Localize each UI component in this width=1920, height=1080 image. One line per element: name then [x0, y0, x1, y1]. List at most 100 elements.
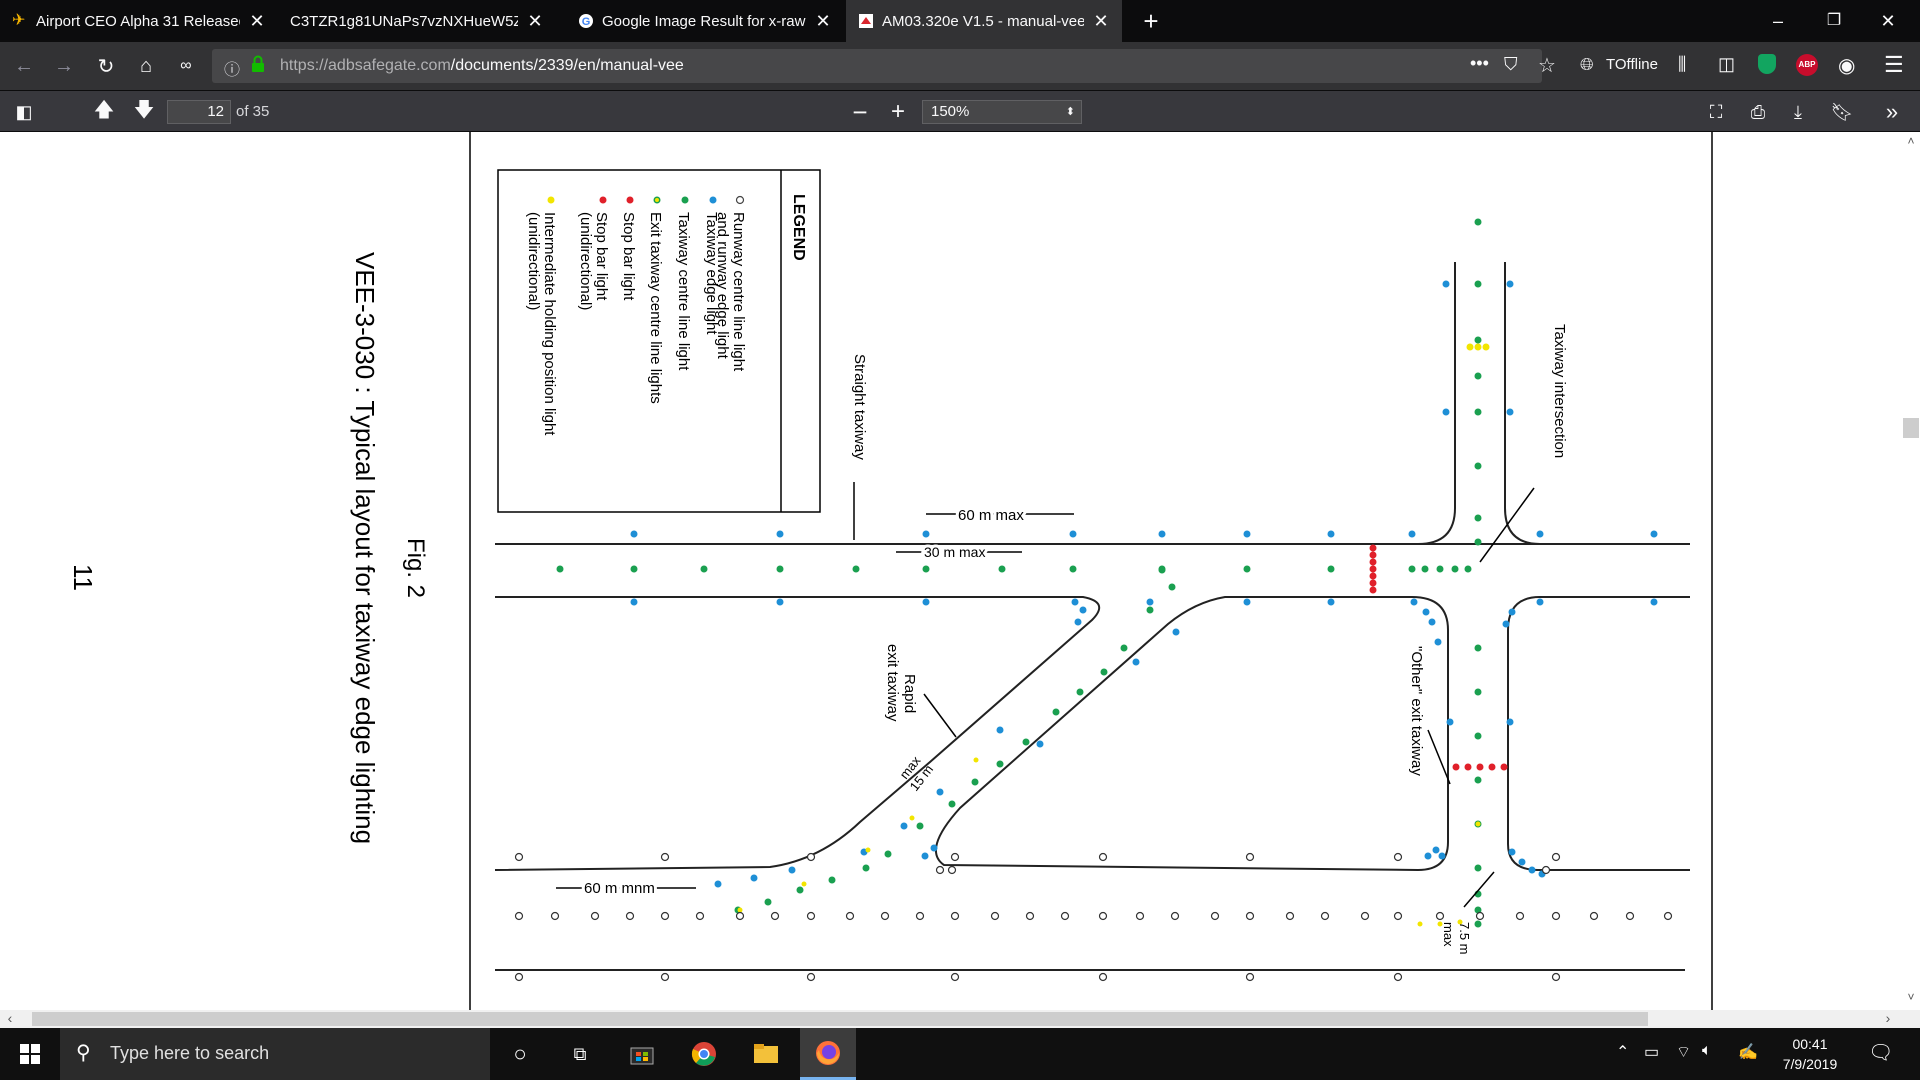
close-icon[interactable]: ✕	[526, 11, 544, 32]
exit-centre-light	[1052, 708, 1060, 716]
forward-button[interactable]: →	[48, 50, 80, 82]
reload-button[interactable]: ↻	[90, 50, 122, 82]
battery-icon[interactable]: ▭	[1644, 1042, 1659, 1062]
runway-light	[735, 911, 745, 921]
legend-label: Stop bar light	[593, 212, 610, 301]
close-icon[interactable]: ✕	[814, 11, 832, 32]
previous-page-button[interactable]: 🡅	[88, 96, 120, 128]
download-button[interactable]: ⤓	[1782, 96, 1814, 128]
home-button[interactable]: ⌂	[130, 50, 162, 82]
select-arrows-icon: ⬍	[1065, 106, 1075, 118]
runway-light	[947, 865, 957, 875]
notifications-icon[interactable]: 🗨︎	[1868, 1040, 1893, 1065]
volume-icon[interactable]: 🔈︎	[1702, 1042, 1712, 1060]
taxiway-edge-light	[1327, 530, 1335, 538]
stop-bar-light	[1369, 565, 1377, 573]
taxiway-edge-light	[1434, 638, 1442, 646]
zoom-out-button[interactable]: −	[844, 96, 876, 128]
taxiway-edge-light	[1408, 530, 1416, 538]
runway-light	[845, 911, 855, 921]
pocket-icon[interactable]: ⛉	[1504, 54, 1518, 75]
runway-light	[806, 852, 816, 862]
globe-icon[interactable]: 🌐︎	[1580, 55, 1594, 75]
clock[interactable]: 00:41 7/9/2019	[1760, 1034, 1860, 1074]
scroll-left-icon[interactable]: ‹	[2, 1010, 18, 1028]
legend-swatch-inner	[655, 198, 659, 202]
runway-light	[915, 911, 925, 921]
pen-icon[interactable]: ✍	[1738, 1042, 1758, 1062]
rapid-exit-edge-left	[494, 596, 1101, 871]
bookmark-star-icon[interactable]: ☆	[1538, 53, 1556, 78]
tab-airport-ceo[interactable]: ✈ Airport CEO Alpha 31 Released ✕	[0, 0, 278, 42]
zoom-select[interactable]: 150% ⬍	[922, 100, 1082, 124]
sidebar-icon[interactable]: ◫	[1718, 54, 1735, 75]
chevron-up-icon[interactable]: ⌃	[1616, 1042, 1629, 1062]
file-explorer-icon[interactable]	[738, 1028, 794, 1080]
label-rapid: Rapid	[901, 674, 918, 713]
vertical-scroll-thumb[interactable]	[1903, 418, 1919, 438]
menu-icon[interactable]: ☰	[1884, 52, 1904, 78]
presentation-mode-button[interactable]: ⛶	[1700, 96, 1732, 128]
task-view-icon[interactable]: ⧉	[552, 1028, 608, 1080]
firefox-icon[interactable]	[800, 1028, 856, 1080]
runway-light	[1541, 865, 1551, 875]
tab-c3tzr[interactable]: C3TZR1g81UNaPs7vzNXHueW5ZM ✕	[278, 0, 556, 42]
chrome-icon[interactable]	[676, 1028, 732, 1080]
taxiway-edge-light	[1650, 530, 1658, 538]
vertical-scrollbar[interactable]	[1902, 132, 1920, 1010]
adblock-icon[interactable]: ABP	[1796, 54, 1818, 76]
label-other-exit: "Other" exit taxiway	[1408, 646, 1425, 776]
legend-label: Taxiway centre line light	[675, 212, 692, 371]
taxiway-centre-light	[630, 565, 638, 573]
scroll-down-icon[interactable]: ˅	[1903, 990, 1919, 1006]
restore-button[interactable]: ❐	[1814, 4, 1854, 38]
scroll-up-icon[interactable]: ˄	[1903, 134, 1919, 150]
close-icon[interactable]: ✕	[248, 11, 266, 32]
taxiway-centre-light	[1474, 538, 1482, 546]
new-tab-button[interactable]: +	[1134, 4, 1168, 38]
private-mask-icon[interactable]: ∞	[170, 50, 202, 82]
taskbar-search[interactable]: ⚲ Type here to search	[60, 1028, 490, 1080]
scroll-right-icon[interactable]: ›	[1880, 1010, 1896, 1028]
windows-icon	[20, 1044, 40, 1064]
page-actions-icon[interactable]: •••	[1470, 53, 1489, 74]
horizontal-scroll-thumb[interactable]	[32, 1012, 1648, 1026]
close-icon[interactable]: ✕	[1092, 11, 1110, 32]
back-button[interactable]: ←	[8, 50, 40, 82]
page-number-input[interactable]: 12	[167, 100, 231, 124]
url-text[interactable]: https://adbsafegate.com/documents/2339/e…	[280, 57, 684, 75]
zoom-in-button[interactable]: +	[882, 96, 914, 128]
tab-google-image[interactable]: G Google Image Result for x-raw ✕	[566, 0, 844, 42]
minimize-button[interactable]: –	[1758, 4, 1798, 38]
start-button[interactable]	[2, 1028, 58, 1080]
sidebar-toggle-button[interactable]: ◧	[8, 96, 40, 128]
info-icon[interactable]: ⓘ	[224, 56, 240, 80]
wifi-icon[interactable]: ⌔	[1676, 1042, 1691, 1062]
taxiway-centre-light	[1421, 565, 1429, 573]
url-bar[interactable]: ⓘ https://adbsafegate.com/documents/2339…	[212, 49, 1556, 83]
print-button[interactable]: ⎙	[1742, 96, 1774, 128]
runway-light	[1245, 972, 1255, 982]
shield-icon[interactable]	[1758, 54, 1776, 74]
tools-button[interactable]: »	[1876, 96, 1908, 128]
next-page-button[interactable]: 🡇	[128, 96, 160, 128]
account-icon[interactable]: ◉	[1838, 53, 1855, 78]
library-icon[interactable]: ⫼	[1678, 54, 1686, 75]
store-icon[interactable]	[614, 1028, 670, 1080]
tab-bar: ✈ Airport CEO Alpha 31 Released ✕ C3TZR1…	[0, 0, 1920, 42]
holding-position-light	[1475, 821, 1481, 827]
bookmark-button[interactable]: 🔖︎	[1826, 96, 1858, 128]
dim-60-mnm: 60 m mnm	[584, 880, 655, 897]
clock-date: 7/9/2019	[1782, 1056, 1838, 1072]
figure-number: Fig. 2	[402, 538, 429, 598]
runway-light	[514, 852, 524, 862]
dim-7-5-unit: max	[1441, 922, 1456, 947]
tab-manual-vee[interactable]: AM03.320e V1.5 - manual-vee ✕	[846, 0, 1122, 42]
cortana-icon[interactable]: ○	[492, 1028, 548, 1080]
lock-icon[interactable]	[250, 55, 266, 78]
offline-label[interactable]: TOffline	[1606, 56, 1658, 73]
taxiway-edge-light	[776, 530, 784, 538]
taxiway-centre-light	[556, 565, 564, 573]
close-window-button[interactable]: ✕	[1868, 4, 1908, 38]
taxiway-edge-light	[1528, 866, 1536, 874]
